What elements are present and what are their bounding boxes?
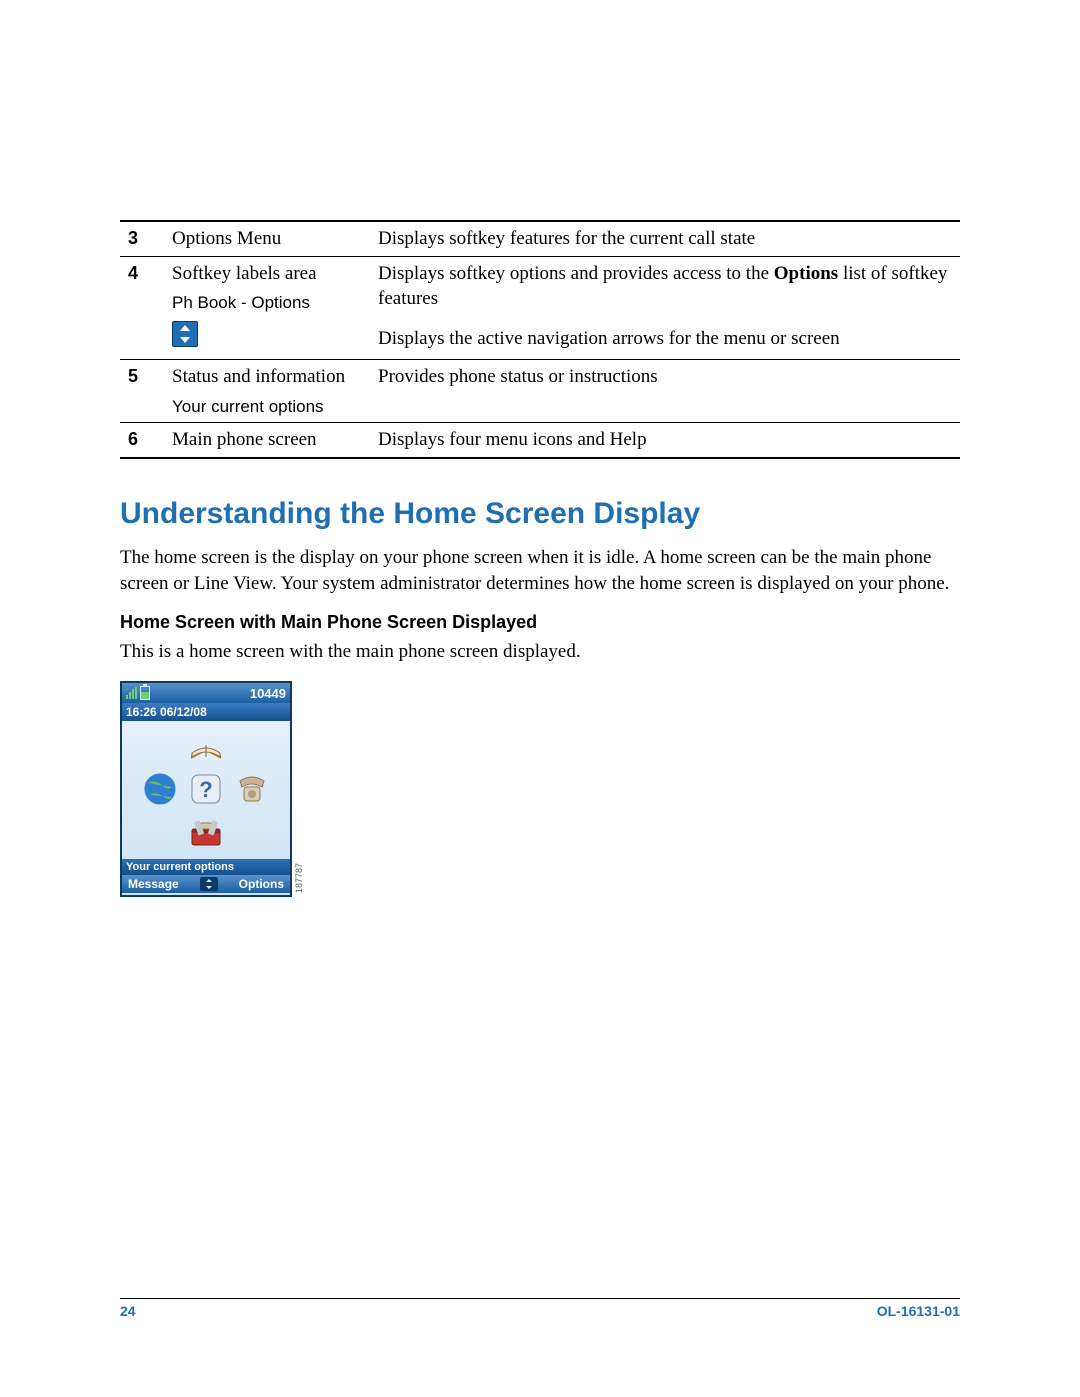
row-subtext: Ph Book - Options [172, 292, 362, 315]
table-row: 3 Options Menu Displays softkey features… [120, 221, 960, 256]
document-page: 3 Options Menu Displays softkey features… [0, 0, 1080, 1397]
phone-status-bar: 10449 [122, 683, 290, 703]
row-subtext: Your current options [172, 396, 362, 419]
page-number: 24 [120, 1303, 136, 1319]
nav-arrows-icon [200, 877, 218, 891]
line-icon [232, 769, 272, 809]
row-desc: Displays softkey features for the curren… [370, 221, 960, 256]
row-number: 6 [120, 423, 164, 458]
nav-arrows-icon [172, 321, 198, 347]
battery-icon [140, 686, 150, 700]
phone-number: 10449 [250, 686, 286, 701]
desc-bold: Options [774, 263, 838, 284]
phone-status-icons [126, 686, 150, 700]
softkey-left: Message [128, 877, 179, 891]
softkey-right: Options [239, 877, 284, 891]
table-row: 5 Status and information Your current op… [120, 359, 960, 423]
row-name-cell: Status and information Your current opti… [164, 359, 370, 423]
help-icon: ? [186, 769, 226, 809]
services-icon [140, 769, 180, 809]
row-desc: Displays four menu icons and Help [370, 423, 960, 458]
sub-heading: Home Screen with Main Phone Screen Displ… [120, 612, 960, 633]
row-desc-secondary: Displays the active navigation arrows fo… [370, 322, 960, 360]
row-desc: Displays softkey options and provides ac… [370, 256, 960, 322]
figure-id: 187787 [294, 863, 304, 893]
phone-status-text: Your current options [122, 859, 290, 875]
row-number: 4 [120, 256, 164, 359]
row-number: 3 [120, 221, 164, 256]
section-heading: Understanding the Home Screen Display [120, 497, 960, 531]
body-paragraph: The home screen is the display on your p… [120, 545, 960, 596]
body-paragraph: This is a home screen with the main phon… [120, 639, 960, 665]
document-id: OL-16131-01 [877, 1303, 960, 1319]
row-name: Options Menu [164, 221, 370, 256]
directory-icon [186, 727, 226, 767]
svg-text:?: ? [199, 777, 212, 802]
phone-screenshot: 10449 16:26 06/12/08 ? [120, 681, 292, 897]
table-row: 4 Softkey labels area Ph Book - Options … [120, 256, 960, 322]
row-number: 5 [120, 359, 164, 423]
signal-icon [126, 687, 138, 699]
phone-menu-area: ? [122, 721, 290, 859]
desc-pre: Displays softkey options and provides ac… [378, 263, 774, 284]
table-row: 6 Main phone screen Displays four menu i… [120, 423, 960, 458]
settings-icon [186, 813, 226, 853]
row-name: Status and information [172, 366, 345, 387]
definitions-table: 3 Options Menu Displays softkey features… [120, 220, 960, 459]
row-name-cell: Softkey labels area Ph Book - Options [164, 256, 370, 359]
page-footer: 24 OL-16131-01 [120, 1298, 960, 1319]
phone-softkey-bar: Message Options [122, 875, 290, 893]
row-name: Softkey labels area [172, 263, 317, 284]
row-desc: Provides phone status or instructions [370, 359, 960, 423]
row-name: Main phone screen [164, 423, 370, 458]
phone-datetime-bar: 16:26 06/12/08 [122, 703, 290, 721]
